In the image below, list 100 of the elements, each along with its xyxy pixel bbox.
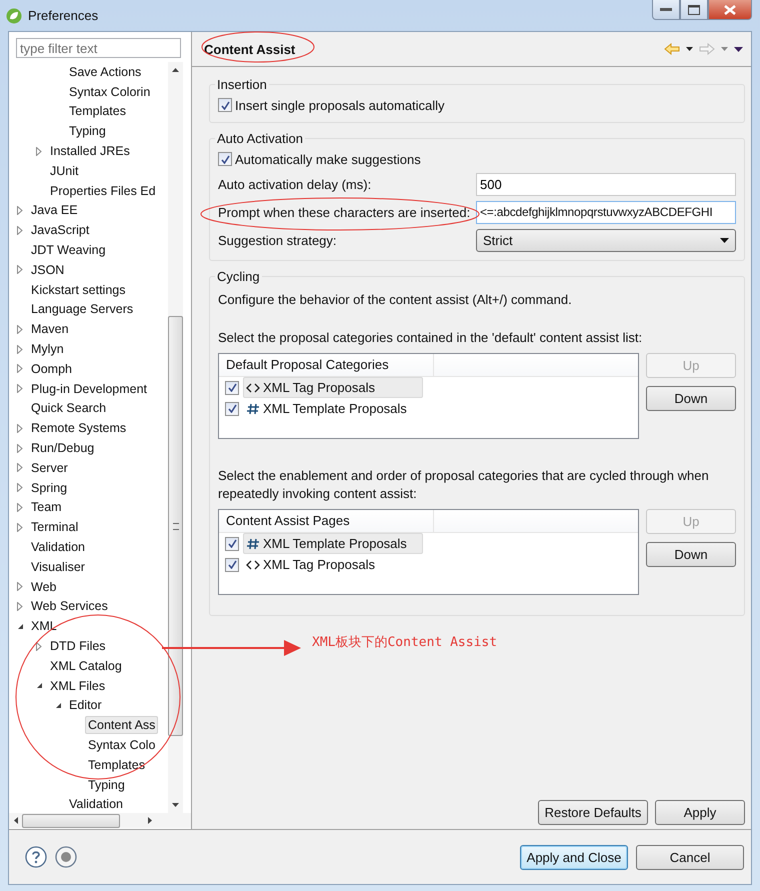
move-button[interactable]: Down [646, 386, 736, 411]
expand-arrow-icon[interactable] [16, 324, 24, 334]
checkbox[interactable] [225, 536, 239, 550]
expand-arrow-icon[interactable] [16, 522, 24, 532]
tree-item[interactable]: Team [28, 498, 65, 516]
page-button[interactable]: Restore Defaults [538, 800, 648, 825]
tree-item[interactable]: Plug-in Development [28, 380, 150, 398]
tree-item[interactable]: Language Servers [28, 300, 136, 318]
horizontal-scrollbar[interactable] [9, 813, 191, 828]
collapse-arrow-icon[interactable] [16, 622, 24, 631]
tree-item[interactable]: Java EE [28, 201, 81, 220]
page-button[interactable]: Apply [655, 800, 745, 825]
collapse-arrow-icon[interactable] [35, 681, 43, 690]
expand-arrow-icon[interactable] [16, 344, 24, 354]
field-label: Prompt when these characters are inserted: [218, 204, 470, 220]
tree-item[interactable]: Remote Systems [28, 419, 130, 438]
stop-icon[interactable] [55, 846, 77, 868]
dropdown-icon[interactable] [686, 47, 693, 51]
tree-item[interactable]: XML Files [47, 676, 108, 695]
table-row-item[interactable]: XML Template Proposals [243, 398, 423, 419]
scroll-down-icon[interactable] [172, 803, 179, 807]
tree-item[interactable]: Syntax Colo [85, 736, 158, 754]
window-title: Preferences [28, 8, 98, 23]
group-title: Insertion [216, 77, 268, 92]
tree-item[interactable]: Oomph [28, 360, 75, 378]
tree-item[interactable]: Visualiser [28, 558, 88, 576]
expand-arrow-icon[interactable] [35, 146, 43, 156]
table-row-item[interactable]: XML Tag Proposals [243, 554, 423, 575]
angle-brackets-icon [246, 382, 260, 392]
checkbox[interactable] [225, 380, 239, 394]
expand-arrow-icon[interactable] [16, 582, 24, 592]
dialog-button[interactable]: Apply and Close [520, 844, 628, 870]
instruction-text: Select the enablement and order of proposal categories that are cycled through when repeatedly invoking content assist: [218, 467, 710, 503]
tree-item[interactable]: JDT Weaving [28, 241, 109, 260]
hash-icon [246, 402, 260, 414]
app-logo-icon [6, 8, 22, 24]
collapse-arrow-icon[interactable] [54, 700, 62, 710]
tree-item[interactable]: DTD Files [47, 637, 109, 655]
tree-item[interactable]: Maven [28, 320, 72, 338]
close-button[interactable] [708, 0, 752, 20]
tree-item[interactable]: JUnit [47, 162, 82, 180]
field-label: Auto activation delay (ms): [218, 176, 372, 192]
expand-arrow-icon[interactable] [16, 444, 24, 453]
expand-arrow-icon[interactable] [16, 384, 24, 394]
expand-arrow-icon[interactable] [16, 483, 24, 492]
tree-item[interactable]: JSON [28, 260, 68, 279]
tree-item[interactable]: Templates [66, 102, 129, 120]
table-row-item[interactable]: XML Tag Proposals [243, 377, 423, 398]
maximize-button[interactable] [680, 0, 708, 20]
filter-field[interactable]: type filter text [16, 38, 181, 58]
move-button[interactable]: Down [646, 542, 736, 567]
minimize-button[interactable] [652, 0, 680, 20]
expand-arrow-icon[interactable] [16, 463, 24, 472]
expand-arrow-icon[interactable] [16, 265, 24, 274]
tree-item[interactable]: Save Actions [66, 62, 144, 81]
tree-item[interactable]: Quick Search [28, 399, 110, 418]
tree-item[interactable]: Editor [66, 696, 105, 714]
expand-arrow-icon[interactable] [16, 226, 24, 235]
tree-item[interactable]: XML [28, 617, 60, 636]
scroll-up-icon[interactable] [172, 68, 179, 72]
tree-item[interactable]: Validation [28, 538, 88, 556]
expand-arrow-icon[interactable] [35, 642, 43, 650]
tree-item[interactable]: Validation [66, 795, 126, 813]
view-menu-icon[interactable] [734, 46, 743, 52]
tree-item[interactable]: Typing [66, 122, 109, 140]
expand-arrow-icon[interactable] [16, 502, 24, 512]
expand-arrow-icon[interactable] [16, 602, 24, 611]
table-row-item[interactable]: XML Template Proposals [243, 533, 423, 554]
strategy-dropdown[interactable]: Strict [476, 228, 736, 252]
scroll-right-icon[interactable] [148, 817, 152, 824]
tree-item[interactable]: XML Catalog [47, 656, 125, 675]
checkbox[interactable] [225, 402, 239, 416]
tree-item[interactable]: Web [28, 578, 60, 596]
back-arrow-icon[interactable] [664, 43, 680, 55]
dialog-button[interactable]: Cancel [636, 844, 744, 870]
tree-item[interactable]: JavaScript [28, 221, 92, 240]
expand-arrow-icon[interactable] [16, 206, 24, 215]
tree-item[interactable]: Syntax Colorin [66, 82, 154, 101]
expand-arrow-icon[interactable] [16, 424, 24, 433]
tree-item[interactable]: Typing [85, 776, 128, 794]
tree-item[interactable]: Spring [28, 478, 70, 497]
checkbox[interactable] [218, 98, 232, 112]
checkbox[interactable] [225, 558, 239, 572]
tree-item[interactable]: Content Ass [85, 716, 158, 734]
tree-item[interactable]: Templates [85, 756, 148, 774]
vertical-scrollbar[interactable] [168, 62, 183, 813]
tree-item[interactable]: Run/Debug [28, 439, 98, 458]
scroll-left-icon[interactable] [14, 817, 18, 824]
tree-item[interactable]: Kickstart settings [28, 280, 128, 299]
checkbox[interactable] [218, 152, 232, 166]
tree-item[interactable]: Server [28, 458, 71, 477]
tree-item[interactable]: Terminal [28, 518, 82, 536]
tree-item[interactable]: Mylyn [28, 340, 67, 358]
expand-arrow-icon[interactable] [16, 364, 24, 374]
tree-item[interactable]: Web Services [28, 597, 111, 616]
tree-item[interactable]: Properties Files Ed [47, 182, 159, 200]
delay-field[interactable]: 500 [476, 172, 736, 196]
trigger-characters-field[interactable]: <=:abcdefghijklmnopqrstuvwxyzABCDEFGHI [476, 200, 736, 224]
tree-item[interactable]: Installed JREs [47, 142, 133, 160]
help-icon[interactable] [25, 846, 47, 868]
